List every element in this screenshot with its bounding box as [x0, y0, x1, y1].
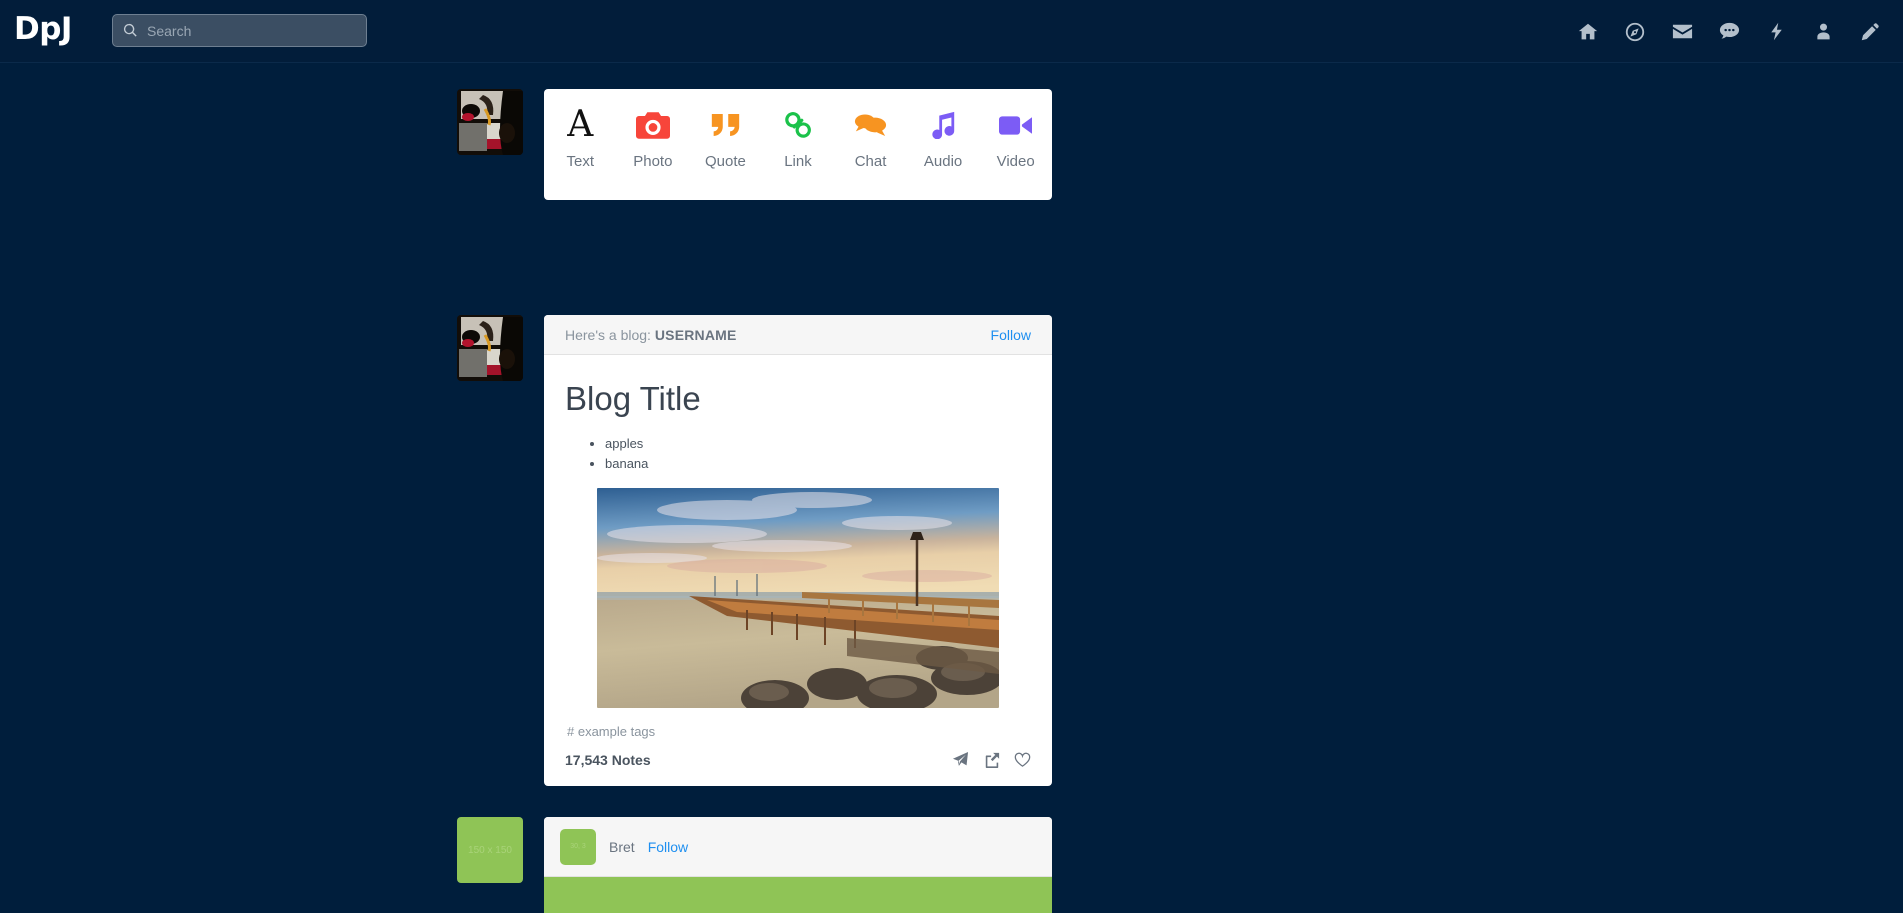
camera-icon [635, 99, 670, 151]
post-type-label: Text [566, 153, 595, 170]
post-action-icons [952, 751, 1031, 768]
notes-count[interactable]: 17,543 Notes [565, 752, 651, 768]
post-meta-row: 17,543 Notes [544, 739, 1052, 786]
nav-icon-group [1575, 0, 1883, 63]
list-item: apples [605, 434, 1031, 454]
avatar-column [457, 89, 523, 155]
post-title: Blog Title [565, 380, 701, 417]
user-icon[interactable] [1810, 19, 1836, 45]
user-avatar[interactable] [457, 89, 523, 155]
post-photo[interactable] [597, 488, 999, 708]
avatar-placeholder-label: 30, 3 [570, 843, 586, 850]
post-username[interactable]: Bret [609, 839, 635, 855]
post-type-label: Video [996, 153, 1035, 170]
post-type-chooser-card: A Text Photo Quote Link Chat Audio Video [544, 89, 1052, 200]
post-type-audio[interactable]: Audio [908, 99, 978, 196]
search-icon [123, 23, 138, 38]
search-input[interactable] [147, 22, 356, 39]
post-type-label: Quote [704, 153, 746, 170]
post-author-avatar[interactable]: 30, 3 [560, 828, 596, 865]
follow-button[interactable]: Follow [648, 839, 688, 855]
post-type-label: Photo [633, 153, 673, 170]
post-username[interactable]: USERNAME [655, 327, 737, 343]
top-navigation-bar: DpJ [0, 0, 1903, 63]
home-icon[interactable] [1575, 19, 1601, 45]
post-header: 30, 3 Bret Follow [544, 817, 1052, 877]
post-type-link[interactable]: Link [763, 99, 833, 196]
compass-icon[interactable] [1622, 19, 1648, 45]
video-camera-icon [999, 99, 1033, 151]
list-item: banana [605, 454, 1031, 474]
feed-row-blog-post: Here's a blog: USERNAME Follow Blog Titl… [457, 315, 1052, 786]
post-type-video[interactable]: Video [981, 99, 1051, 196]
avatar-column [457, 315, 523, 381]
pencil-icon[interactable] [1857, 19, 1883, 45]
avatar-placeholder-label: 150 x 150 [468, 844, 512, 856]
post-header: Here's a blog: USERNAME Follow [544, 315, 1052, 355]
post-header-prefix: Here's a blog: [565, 326, 651, 343]
post-type-list: A Text Photo Quote Link Chat Audio Video [544, 89, 1052, 200]
envelope-icon[interactable] [1669, 19, 1695, 45]
post-tags[interactable]: # example tags [565, 708, 1031, 739]
lightning-icon[interactable] [1763, 19, 1789, 45]
search-box[interactable] [112, 14, 367, 47]
music-note-icon [929, 99, 957, 151]
user-avatar[interactable] [457, 315, 523, 381]
post-body: Blog Title apples banana [544, 355, 1052, 739]
post-type-chat[interactable]: Chat [836, 99, 906, 196]
chain-link-icon [783, 99, 813, 151]
green-post-card: 30, 3 Bret Follow [544, 817, 1052, 913]
text-letter-a-icon: A [567, 104, 594, 145]
post-type-label: Audio [923, 153, 963, 170]
heart-icon[interactable] [1014, 751, 1031, 768]
post-type-label: Chat [854, 153, 887, 170]
user-avatar-placeholder[interactable]: 150 x 150 [457, 817, 523, 883]
send-paper-plane-icon[interactable] [952, 751, 969, 768]
post-bullet-list: apples banana [605, 434, 1031, 474]
feed-row-chooser: A Text Photo Quote Link Chat Audio Video [457, 89, 1052, 200]
feed-row-green-post: 150 x 150 30, 3 Bret Follow [457, 817, 1052, 913]
post-type-text[interactable]: A Text [545, 99, 615, 196]
post-type-quote[interactable]: Quote [690, 99, 760, 196]
follow-button[interactable]: Follow [991, 327, 1031, 343]
brand-logo[interactable]: DpJ [14, 11, 72, 47]
post-type-photo[interactable]: Photo [618, 99, 688, 196]
chat-bubbles-icon [854, 99, 887, 151]
avatar-column: 150 x 150 [457, 817, 523, 883]
post-type-label: Link [784, 153, 812, 170]
post-image-placeholder[interactable] [544, 877, 1052, 913]
blog-post-card: Here's a blog: USERNAME Follow Blog Titl… [544, 315, 1052, 786]
post-header-text: Here's a blog: USERNAME [565, 327, 737, 343]
reblog-icon[interactable] [983, 751, 1000, 768]
quote-marks-icon [710, 99, 741, 151]
chat-icon[interactable] [1716, 19, 1742, 45]
